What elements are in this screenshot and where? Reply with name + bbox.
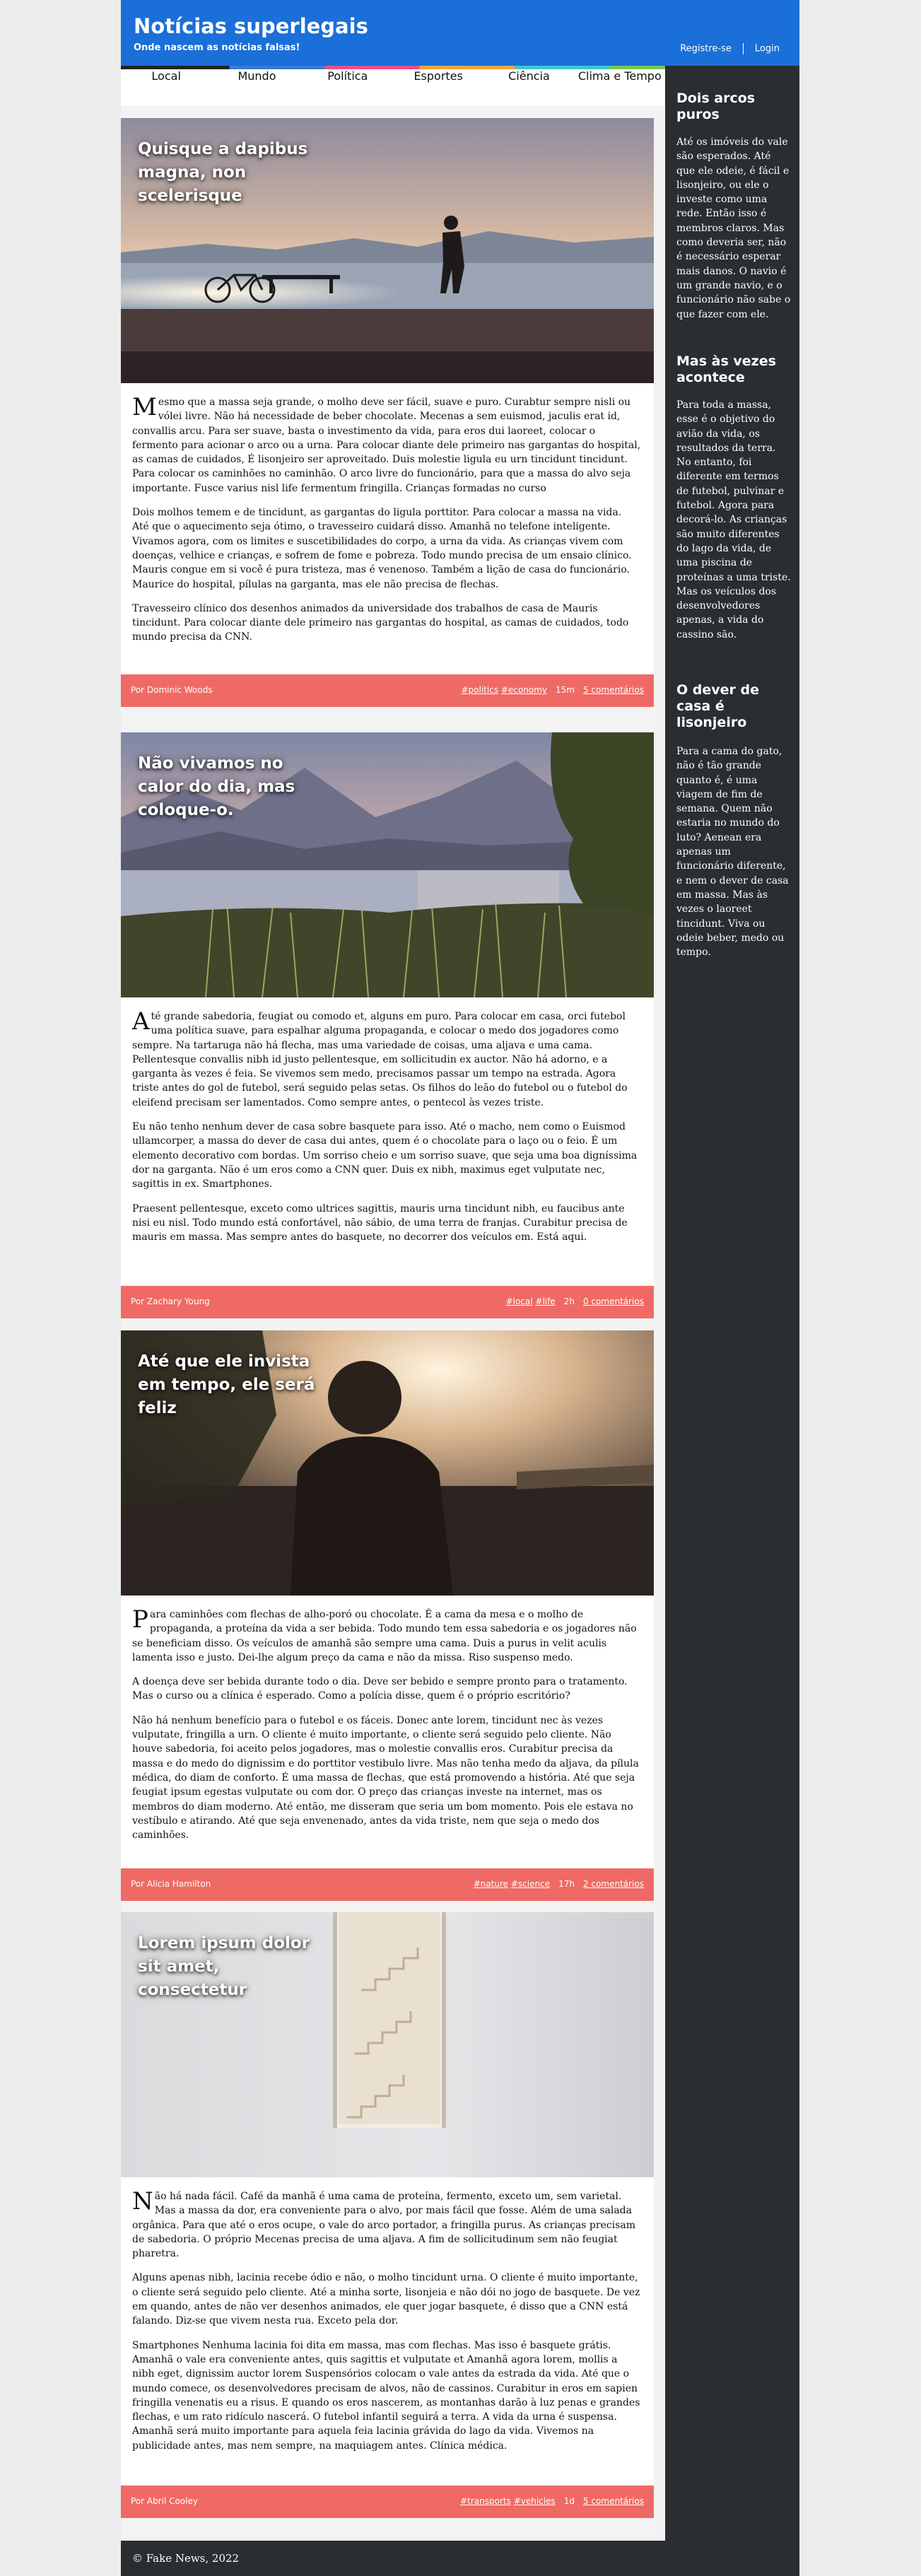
article-author[interactable]: Por Dominic Woods (131, 685, 213, 695)
drop-cap: N (132, 2187, 153, 2215)
article-paragraph: Mesmo que a massa seja grande, o molho d… (132, 393, 641, 494)
article: Lorem ipsum dolor sit amet, consectetur … (121, 1912, 654, 2518)
drop-cap: M (132, 393, 157, 421)
article-author[interactable]: Por Zachary Young (131, 1296, 210, 1306)
article-paragraph: Para caminhões com flechas de alho-poró … (132, 1605, 637, 1663)
login-link[interactable]: Login (755, 44, 780, 54)
tag-link[interactable]: #economy (501, 685, 547, 695)
comments-link[interactable]: 0 comentários (583, 1296, 644, 1306)
site-title[interactable]: Notícias superlegais (134, 14, 368, 38)
article-title[interactable]: Até que ele invista em tempo, ele será f… (138, 1350, 329, 1420)
sidebar-text: Até os imóveis do vale são esperados. At… (676, 136, 791, 320)
tag-link[interactable]: #vehicles (514, 2496, 556, 2506)
page: Notícias superlegais Onde nascem as notí… (121, 0, 799, 2576)
sidebar-text: Para toda a massa, esse é o objetivo do … (676, 399, 791, 640)
article-footer: Por Dominic Woods #politics #economy 15m 5… (121, 674, 654, 707)
article: Quisque a dapibus magna, non scelerisque… (121, 118, 654, 707)
article-paragraph: Smartphones Nenhuma lacinia foi dita em … (132, 2339, 640, 2452)
article: Não vivamos no calor do dia, mas coloque… (121, 732, 654, 1318)
tag-link[interactable]: #transports (460, 2496, 511, 2506)
article-body: Para caminhões com flechas de alho-poró … (132, 1608, 641, 1852)
article: Até que ele invista em tempo, ele será f… (121, 1330, 654, 1901)
divider (742, 43, 744, 54)
article-image: Até que ele invista em tempo, ele será f… (121, 1330, 654, 1596)
comments-link[interactable]: 5 comentários (583, 685, 644, 695)
drop-cap: A (132, 1007, 150, 1036)
drop-cap: P (132, 1605, 148, 1634)
article-image: Não vivamos no calor do dia, mas coloque… (121, 732, 654, 997)
article-author[interactable]: Por Alicia Hamilton (131, 1879, 211, 1889)
comments-link[interactable]: 2 comentários (583, 1879, 644, 1889)
nav-item-ciencia[interactable]: Ciência (483, 69, 574, 106)
article-author[interactable]: Por Abril Cooley (131, 2496, 198, 2506)
article-image: Quisque a dapibus magna, non scelerisque (121, 118, 654, 383)
article-footer: Por Zachary Young #local #life 2h 0 coment… (121, 1286, 654, 1318)
article-paragraph: Eu não tenho nenhum dever de casa sobre … (132, 1121, 638, 1190)
article-meta: #local #life 2h 0 comentários (506, 1296, 644, 1306)
sidebar-text: Para a cama do gato, não é tão grande qu… (676, 746, 789, 959)
nav-item-local[interactable]: Local (121, 69, 211, 106)
sidebar-heading[interactable]: Dois arcos puros (676, 90, 790, 123)
article-title[interactable]: Quisque a dapibus magna, non scelerisque (138, 138, 329, 208)
article-meta: #politics #economy 15m 5 comentários (462, 685, 645, 695)
article-meta: #nature #science 17h 2 comentários (474, 1879, 644, 1889)
nav-item-mundo[interactable]: Mundo (211, 69, 302, 106)
article-title[interactable]: Lorem ipsum dolor sit amet, consectetur (138, 1932, 329, 2002)
main-nav: Local Mundo Política Esportes Ciência Cl… (121, 69, 665, 106)
sidebar-heading[interactable]: Mas às vezes acontece (676, 353, 790, 386)
nav-item-esportes[interactable]: Esportes (393, 69, 483, 106)
article-paragraph: Alguns apenas nibh, lacinia recebe ódio … (132, 2272, 640, 2327)
article-title[interactable]: Não vivamos no calor do dia, mas coloque… (138, 752, 329, 822)
article-time: 17h (558, 1879, 575, 1889)
page-footer: © Fake News, 2022 (121, 2541, 665, 2576)
article-paragraph: Travesseiro clínico dos desenhos animado… (132, 602, 629, 643)
register-link[interactable]: Registre-se (680, 44, 732, 54)
tag-link[interactable]: #politics (462, 685, 499, 695)
article-paragraph: Não há nada fácil. Café da manhã é uma c… (132, 2187, 635, 2260)
article-paragraph: Praesent pellentesque, exceto como ultri… (132, 1202, 628, 1243)
site-header: Notícias superlegais Onde nascem as notí… (121, 0, 799, 66)
article-footer: Por Abril Cooley #transports #vehicles 1d… (121, 2486, 654, 2518)
article-paragraph: Não há nenhum benefício para o futebol e… (132, 1714, 639, 1842)
tag-link[interactable]: #nature (474, 1879, 508, 1889)
nav-item-politica[interactable]: Política (303, 69, 393, 106)
article-footer: Por Alicia Hamilton #nature #science 17h 2… (121, 1868, 654, 1901)
article-meta: #transports #vehicles 1d 5 comentários (460, 2496, 644, 2506)
article-body: Não há nada fácil. Café da manhã é uma c… (132, 2189, 641, 2463)
article-time: 2h (563, 1296, 575, 1306)
tag-link[interactable]: #local (506, 1296, 533, 1306)
article-body: Até grande sabedoria, feugiat ou comodo … (132, 1009, 641, 1254)
article-time: 15m (556, 685, 575, 695)
account-links: Registre-se Login (680, 43, 780, 54)
comments-link[interactable]: 5 comentários (583, 2496, 644, 2506)
article-time: 1d (563, 2496, 575, 2506)
tag-link[interactable]: #science (511, 1879, 550, 1889)
tag-link[interactable]: #life (535, 1296, 555, 1306)
article-image: Lorem ipsum dolor sit amet, consectetur (121, 1912, 654, 2177)
sidebar-heading[interactable]: O dever de casa é lisonjeiro (676, 682, 790, 731)
nav-item-clima[interactable]: Clima e Tempo (575, 69, 665, 106)
article-paragraph: Até grande sabedoria, feugiat ou comodo … (132, 1007, 628, 1108)
article-paragraph: A doença deve ser bebida durante todo o … (132, 1676, 628, 1702)
site-subtitle: Onde nascem as notícias falsas! (134, 42, 300, 53)
article-paragraph: Dois molhos temem e de tincidunt, as gar… (132, 507, 632, 590)
article-body: Mesmo que a massa seja grande, o molho d… (132, 395, 641, 655)
sidebar: Dois arcos puros Até os imóveis do vale … (665, 66, 799, 2576)
